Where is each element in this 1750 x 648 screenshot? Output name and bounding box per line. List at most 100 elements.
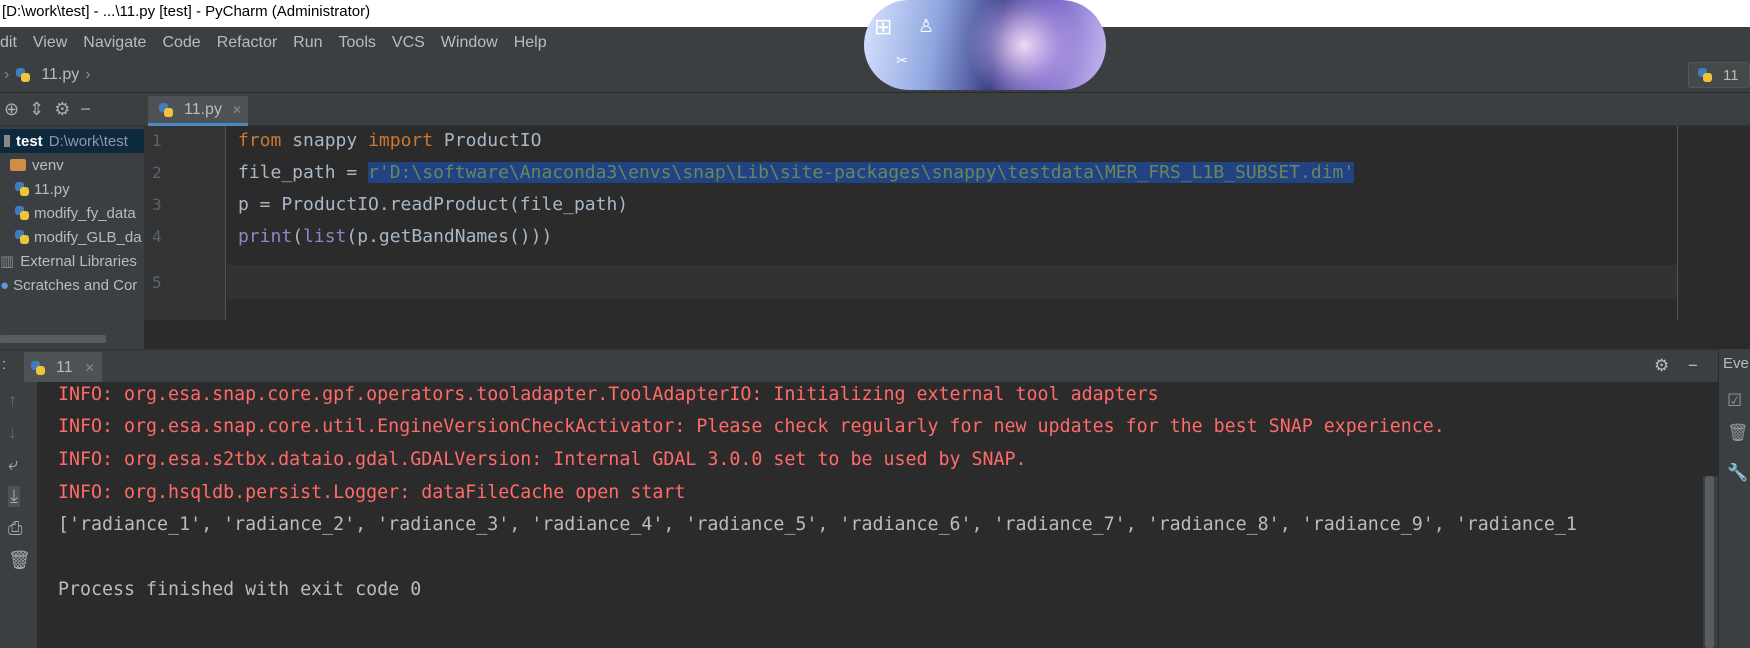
- trash-icon[interactable]: 🗑: [8, 550, 31, 571]
- folder-icon: [10, 159, 26, 171]
- vertical-scrollbar[interactable]: [1703, 476, 1718, 648]
- library-icon: ▥: [0, 253, 15, 270]
- console-output[interactable]: INFO: org.esa.snap.core.gpf.operators.to…: [37, 382, 1703, 648]
- run-configuration-selector[interactable]: 11: [1688, 62, 1750, 88]
- tree-item-label: modify_GLB_da: [34, 228, 142, 246]
- banner-glow: [964, 0, 1084, 90]
- code-editor[interactable]: from snappy import ProductIO file_path =…: [227, 126, 1677, 320]
- code-line-3: p = ProductIO.readProduct(file_path): [238, 194, 629, 215]
- project-tree: test D:\work\test venv 11.py modify_fy_d…: [0, 126, 144, 349]
- collapse-all-icon[interactable]: ⇕: [29, 99, 44, 120]
- menu-view[interactable]: View: [25, 34, 75, 52]
- gear-icon[interactable]: ⚙: [1654, 356, 1669, 376]
- horizontal-scrollbar[interactable]: [0, 335, 106, 343]
- console-line: ['radiance_1', 'radiance_2', 'radiance_3…: [58, 514, 1577, 535]
- assignment-target: file_path =: [238, 162, 369, 183]
- tree-item-label: Scratches and Cor: [13, 276, 138, 294]
- run-configuration-label: 11: [1723, 66, 1739, 84]
- tree-item-11-py[interactable]: 11.py: [0, 177, 70, 201]
- print-icon[interactable]: ⎙: [8, 518, 22, 539]
- close-icon[interactable]: ✕: [232, 103, 242, 117]
- imported-name: ProductIO: [433, 130, 542, 151]
- python-file-icon: [14, 229, 30, 245]
- minimize-icon[interactable]: −: [80, 99, 91, 120]
- breadcrumb[interactable]: › 11.py ›: [0, 66, 91, 84]
- decorative-banner-image: ⊞ ♙ ✂: [864, 0, 1106, 90]
- console-line: Process finished with exit code 0: [58, 579, 422, 600]
- console-line: INFO: org.esa.snap.core.gpf.operators.to…: [58, 384, 1159, 405]
- tab-11-py[interactable]: 11.py ✕: [148, 96, 248, 126]
- keyword-from: from: [238, 130, 282, 151]
- locate-icon[interactable]: ⊕: [4, 99, 19, 120]
- chevron-right-icon: ›: [4, 66, 10, 83]
- line-number: 4: [152, 227, 162, 246]
- menu-refactor[interactable]: Refactor: [209, 34, 285, 52]
- console-line: INFO: org.esa.s2tbx.dataio.gdal.GDALVers…: [58, 449, 1027, 470]
- code-line-1: from snappy import ProductIO: [238, 126, 541, 156]
- run-tab-label: 11: [56, 358, 73, 376]
- line-number: 3: [152, 195, 162, 214]
- folder-icon: [4, 135, 10, 147]
- menu-tools[interactable]: Tools: [331, 34, 384, 52]
- minimize-icon[interactable]: −: [1688, 356, 1698, 376]
- scrollbar-thumb[interactable]: [1705, 476, 1714, 648]
- skin-icon: ⊞: [874, 14, 893, 39]
- menu-code[interactable]: Code: [154, 34, 208, 52]
- project-root-name: test: [16, 132, 43, 150]
- menu-edit[interactable]: dit: [0, 34, 25, 52]
- run-toolbar: ↑ ↓ ⤶ ⤓ ⎙ 🗑: [0, 382, 37, 648]
- editor-right-margin: [1677, 126, 1750, 320]
- menu-window[interactable]: Window: [433, 34, 506, 52]
- editor-bottom-area: [144, 320, 1750, 349]
- tree-item-venv[interactable]: venv: [0, 153, 64, 177]
- selected-string-literal: r'D:\software\Anaconda3\envs\snap\Lib\si…: [368, 162, 1355, 183]
- keyword-import: import: [368, 130, 434, 151]
- tree-item-external-libraries[interactable]: ▥ External Libraries: [0, 249, 137, 273]
- line-number: 5: [152, 273, 162, 292]
- menu-navigate[interactable]: Navigate: [75, 34, 154, 52]
- gear-icon[interactable]: ⚙: [54, 99, 70, 120]
- menu-run[interactable]: Run: [285, 34, 330, 52]
- breadcrumb-file[interactable]: 11.py: [41, 66, 79, 84]
- module-name: snappy: [281, 130, 369, 151]
- python-file-icon: [14, 181, 30, 197]
- console-line: INFO: org.esa.snap.core.util.EngineVersi…: [58, 416, 1445, 437]
- chevron-right-icon: ›: [85, 66, 91, 83]
- menu-vcs[interactable]: VCS: [384, 34, 433, 52]
- shirt-icon: ♙: [918, 16, 935, 36]
- close-icon[interactable]: ✕: [85, 361, 95, 375]
- tree-item-label: venv: [32, 156, 64, 174]
- project-toolbar: ⊕ ⇕ ⚙ −: [0, 93, 144, 126]
- code-line-2: file_path = r'D:\software\Anaconda3\envs…: [238, 158, 1355, 188]
- arrow-down-icon[interactable]: ↓: [8, 422, 17, 443]
- run-panel-header: : 11 ✕ ⚙ −: [0, 349, 1718, 383]
- builtin-print: print: [238, 226, 293, 247]
- tree-item-modify-glb-da[interactable]: modify_GLB_da: [0, 225, 142, 249]
- wrench-icon[interactable]: 🔧: [1727, 463, 1748, 483]
- line-number: 1: [152, 131, 162, 150]
- console-line: INFO: org.hsqldb.persist.Logger: dataFil…: [58, 482, 686, 503]
- trash-icon[interactable]: 🗑: [1727, 423, 1749, 443]
- event-log-strip: Eve ☑ 🗑 🔧: [1718, 349, 1750, 648]
- tree-item-root[interactable]: test D:\work\test: [0, 129, 144, 153]
- builtin-list: list: [303, 226, 347, 247]
- tree-item-scratches[interactable]: ● Scratches and Cor: [0, 273, 137, 297]
- soft-wrap-icon[interactable]: ⤶: [8, 454, 18, 475]
- event-log-label[interactable]: Eve: [1723, 355, 1749, 372]
- scratches-icon: ●: [0, 276, 10, 294]
- arrow-up-icon[interactable]: ↑: [8, 390, 17, 411]
- tree-item-label: 11.py: [34, 180, 70, 198]
- tree-item-label: modify_fy_data: [34, 204, 136, 222]
- tab-run-11[interactable]: 11 ✕: [24, 352, 102, 383]
- line-number: 2: [152, 163, 162, 182]
- call-args: (p.getBandNames())): [346, 226, 553, 247]
- python-file-icon: [158, 102, 174, 118]
- checklist-icon[interactable]: ☑: [1727, 391, 1742, 411]
- tab-label: 11.py: [184, 100, 222, 118]
- menu-help[interactable]: Help: [506, 34, 555, 52]
- scroll-to-end-icon[interactable]: ⤓: [8, 486, 20, 507]
- editor-tab-bar: 11.py ✕: [144, 93, 1750, 126]
- tree-item-modify-fy-data[interactable]: modify_fy_data: [0, 201, 136, 225]
- python-file-icon: [30, 360, 46, 376]
- project-root-path: D:\work\test: [48, 132, 128, 150]
